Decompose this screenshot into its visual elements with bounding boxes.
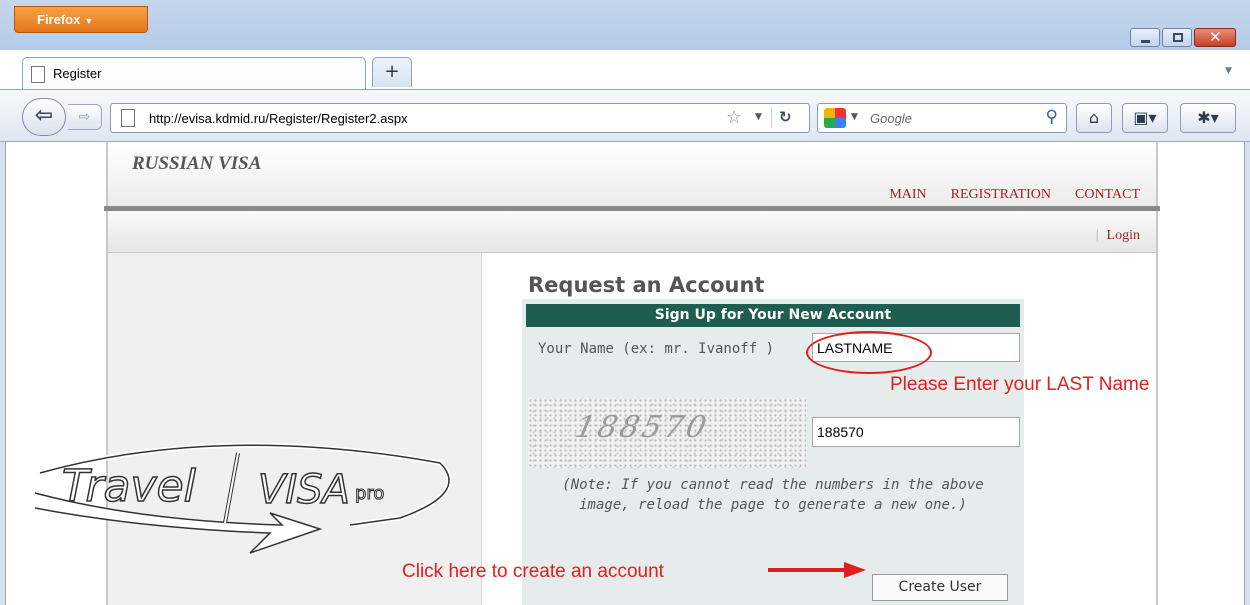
window-frame-right [1244,142,1250,605]
login-separator: | [1095,228,1099,243]
login-bar: | Login [108,211,1156,253]
window-titlebar [0,0,1250,50]
home-icon: ⌂ [1088,108,1100,127]
firefox-menu-label: Firefox [37,12,81,27]
nav-contact-link[interactable]: CONTACT [1075,187,1140,203]
firebug-icon: ✱▾ [1197,108,1219,127]
window-controls: ✕ [1128,28,1236,47]
site-header: RUSSIAN VISA MAIN REGISTRATION CONTACT [108,142,1156,206]
watermark-word-travel: Travel [62,461,197,512]
search-bar[interactable]: ▼ Google ⚲ [817,103,1067,133]
highlight-ellipse [806,331,932,374]
name-label: Your Name (ex: mr. Ivanoff ) [538,341,775,357]
search-engine-dropdown-icon[interactable]: ▼ [851,112,858,122]
form-header: Sign Up for Your New Account [526,304,1020,327]
create-user-button[interactable]: Create User [872,574,1008,601]
divider [771,108,772,128]
bookmarks-button[interactable]: ▣▾ [1122,103,1168,133]
minimize-icon [1141,40,1150,43]
window-frame-left [0,142,6,605]
site-nav: MAIN REGISTRATION CONTACT [889,187,1140,203]
captcha-field[interactable]: 188570 [812,417,1020,447]
page-icon [31,66,45,83]
travel-visa-pro-watermark: Travel VISA pro [34,442,452,554]
home-button[interactable]: ⌂ [1076,103,1112,133]
page-title: Request an Account [528,273,765,297]
close-button[interactable]: ✕ [1194,28,1236,47]
chevron-down-icon: ▼ [84,16,94,26]
new-tab-button[interactable]: + [372,57,412,87]
annotation-arrow-icon [768,562,866,578]
close-icon: ✕ [1209,28,1222,46]
url-text[interactable]: http://evisa.kdmid.ru/Register/Register2… [149,111,408,126]
captcha-note: (Note: If you cannot read the numbers in… [526,475,1020,515]
history-dropdown-icon[interactable]: ▼ [755,112,762,122]
tab-list-arrow-icon[interactable]: ▼ [1225,66,1232,76]
bookmark-star-icon[interactable]: ☆ [726,107,742,128]
reload-icon[interactable]: ↻ [779,108,792,126]
captcha-note-line: (Note: If you cannot read the numbers in… [562,477,984,493]
address-bar[interactable]: http://evisa.kdmid.ru/Register/Register2… [110,103,810,133]
nav-registration-link[interactable]: REGISTRATION [951,187,1051,203]
nav-main-link[interactable]: MAIN [889,187,926,203]
minimize-button[interactable] [1130,28,1160,47]
site-logo[interactable]: RUSSIAN VISA [132,153,261,175]
lastname-annotation: Please Enter your LAST Name [890,374,1150,395]
tab-title: Register [53,66,102,81]
google-icon[interactable] [824,108,846,128]
search-input[interactable]: Google [870,111,912,126]
bookmarks-icon: ▣▾ [1133,108,1157,127]
page-icon [121,109,135,127]
forward-arrow-icon: ⇨ [78,109,91,125]
navigation-toolbar: ⇦ ⇨ http://evisa.kdmid.ru/Register/Regis… [0,89,1250,142]
back-arrow-icon: ⇦ [34,103,54,128]
maximize-icon [1173,33,1183,42]
search-icon[interactable]: ⚲ [1046,107,1058,127]
addon-button[interactable]: ✱▾ [1180,103,1236,133]
captcha-note-line: image, reload the page to generate a new… [579,497,967,513]
forward-button[interactable]: ⇨ [68,104,102,130]
login-area: | Login [1096,228,1140,244]
back-button[interactable]: ⇦ [22,98,66,136]
watermark-word-pro: pro [355,483,384,504]
captcha-image-text: 188570 [572,410,713,445]
firefox-menu-button[interactable]: Firefox ▼ [14,6,148,33]
captcha-image: 188570 [528,398,806,468]
maximize-button[interactable] [1162,28,1192,47]
watermark-word-visa: VISA [258,467,350,513]
tab-register[interactable]: Register [22,57,366,90]
login-link[interactable]: Login [1107,228,1140,243]
